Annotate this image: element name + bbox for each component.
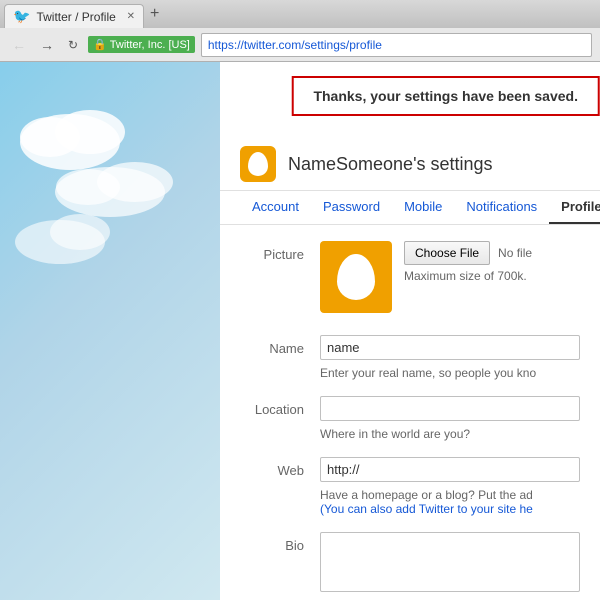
web-input[interactable] <box>320 457 580 482</box>
picture-label: Picture <box>240 241 320 262</box>
main-content: Thanks, your settings have been saved. N… <box>220 62 600 600</box>
choose-file-btn[interactable]: Choose File <box>404 241 490 265</box>
picture-field: Choose File No file Maximum size of 700k… <box>320 241 580 319</box>
bio-input[interactable] <box>320 532 580 592</box>
location-input[interactable] <box>320 396 580 421</box>
web-field: Have a homepage or a blog? Put the ad (Y… <box>320 457 580 516</box>
address-bar: ← → ↻ 🔒 Twitter, Inc. [US] https://twitt… <box>0 28 600 62</box>
cloud-decoration <box>10 82 210 285</box>
bio-field <box>320 532 580 595</box>
new-tab-btn[interactable]: + <box>144 5 165 23</box>
no-file-text: No file <box>498 246 532 260</box>
web-row: Web Have a homepage or a blog? Put the a… <box>240 457 580 516</box>
page: Thanks, your settings have been saved. N… <box>0 62 600 600</box>
picture-row: Picture Choose File No file <box>240 241 580 319</box>
settings-header: NameSomeone's settings <box>220 130 600 191</box>
web-link-hint[interactable]: (You can also add Twitter to your site h… <box>320 502 580 516</box>
location-label: Location <box>240 396 320 417</box>
settings-nav: Account Password Mobile Notifications Pr… <box>220 191 600 225</box>
banner-wrapper: Thanks, your settings have been saved. <box>220 62 600 130</box>
location-field: Where in the world are you? <box>320 396 580 441</box>
twitter-tab-icon: 🐦 <box>13 8 30 25</box>
egg-icon <box>248 152 268 176</box>
lock-icon: 🔒 <box>93 38 107 51</box>
name-field: Enter your real name, so people you kno <box>320 335 580 380</box>
active-tab[interactable]: 🐦 Twitter / Profile ✕ <box>4 4 144 28</box>
back-btn[interactable]: ← <box>8 35 30 55</box>
web-label: Web <box>240 457 320 478</box>
url-text: https://twitter.com/settings/profile <box>208 38 382 52</box>
tab-password[interactable]: Password <box>311 191 392 224</box>
name-input[interactable] <box>320 335 580 360</box>
ssl-badge: 🔒 Twitter, Inc. [US] <box>88 36 195 53</box>
success-message: Thanks, your settings have been saved. <box>313 88 578 104</box>
picture-hint: Maximum size of 700k. <box>404 269 532 283</box>
cloud-svg <box>10 82 200 282</box>
name-hint: Enter your real name, so people you kno <box>320 366 580 380</box>
refresh-btn[interactable]: ↻ <box>64 36 82 54</box>
name-row: Name Enter your real name, so people you… <box>240 335 580 380</box>
tab-mobile[interactable]: Mobile <box>392 191 454 224</box>
bio-row: Bio <box>240 532 580 595</box>
picture-right: Choose File No file Maximum size of 700k… <box>404 241 532 283</box>
name-label: Name <box>240 335 320 356</box>
location-row: Location Where in the world are you? <box>240 396 580 441</box>
tab-title: Twitter / Profile <box>36 10 115 24</box>
success-banner: Thanks, your settings have been saved. <box>291 76 600 116</box>
location-hint: Where in the world are you? <box>320 427 580 441</box>
tab-close-btn[interactable]: ✕ <box>127 11 135 22</box>
tab-profile[interactable]: Profile <box>549 191 600 224</box>
picture-controls: Choose File No file <box>404 241 532 265</box>
profile-avatar <box>240 146 276 182</box>
tab-notifications[interactable]: Notifications <box>454 191 549 224</box>
settings-title: NameSomeone's settings <box>288 154 493 175</box>
picture-preview <box>320 241 392 313</box>
browser-chrome: 🐦 Twitter / Profile ✕ + ← → ↻ 🔒 Twitter,… <box>0 0 600 600</box>
url-box[interactable]: https://twitter.com/settings/profile <box>201 33 592 57</box>
sidebar <box>0 62 220 600</box>
picture-egg-icon <box>337 254 375 300</box>
tab-account[interactable]: Account <box>240 191 311 224</box>
ssl-text: Twitter, Inc. [US] <box>110 39 190 51</box>
bio-label: Bio <box>240 532 320 553</box>
forward-btn[interactable]: → <box>36 35 58 55</box>
tab-bar: 🐦 Twitter / Profile ✕ + <box>0 0 600 28</box>
form-area: Picture Choose File No file <box>220 225 600 600</box>
web-hint: Have a homepage or a blog? Put the ad <box>320 488 580 502</box>
